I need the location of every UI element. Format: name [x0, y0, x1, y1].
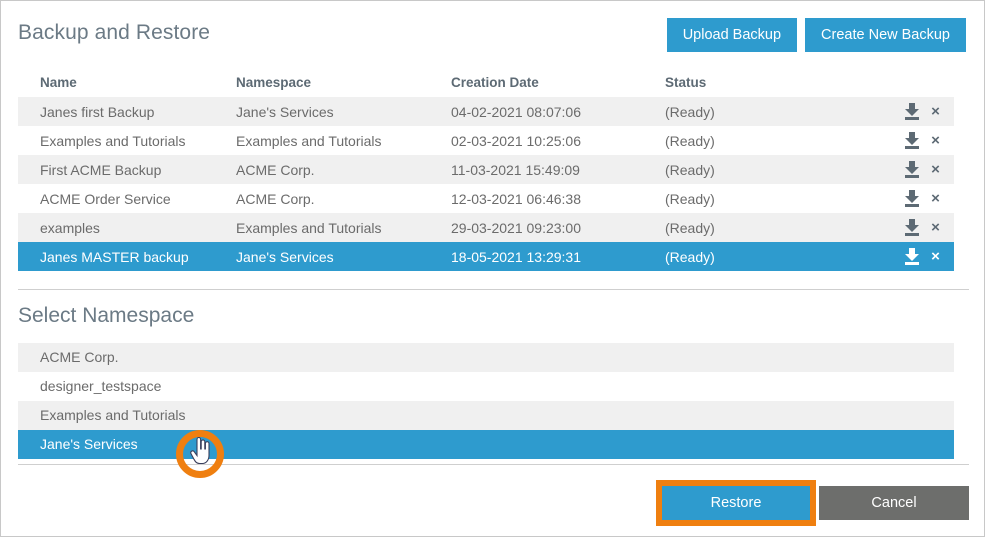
download-icon[interactable]	[904, 190, 920, 207]
table-row[interactable]: Examples and TutorialsExamples and Tutor…	[18, 126, 954, 155]
namespace-list-item[interactable]: ACME Corp.	[18, 343, 954, 372]
cell-creation-date: 18-05-2021 13:29:31	[451, 249, 665, 265]
column-header-creation-date: Creation Date	[451, 75, 665, 90]
cell-creation-date: 29-03-2021 09:23:00	[451, 220, 665, 236]
cell-name: Janes MASTER backup	[18, 249, 236, 265]
namespace-list-item[interactable]: designer_testspace	[18, 372, 954, 401]
cancel-button[interactable]: Cancel	[819, 486, 969, 520]
cell-namespace: Examples and Tutorials	[236, 220, 451, 236]
cell-actions: ×	[860, 190, 954, 207]
close-icon[interactable]: ×	[929, 249, 942, 264]
table-body: Janes first BackupJane's Services04-02-2…	[18, 97, 954, 271]
download-icon[interactable]	[904, 248, 920, 265]
table-row[interactable]: First ACME BackupACME Corp.11-03-2021 15…	[18, 155, 954, 184]
close-icon[interactable]: ×	[929, 133, 942, 148]
restore-button[interactable]: Restore	[662, 486, 810, 520]
upload-backup-button[interactable]: Upload Backup	[667, 18, 797, 52]
page-title: Backup and Restore	[18, 21, 210, 45]
cell-name: Examples and Tutorials	[18, 133, 236, 149]
select-namespace-title: Select Namespace	[18, 304, 194, 328]
cell-name: First ACME Backup	[18, 162, 236, 178]
close-icon[interactable]: ×	[929, 162, 942, 177]
cell-status: (Ready)	[665, 133, 860, 149]
dialog-footer: Restore Cancel	[1, 478, 984, 537]
footer-divider	[18, 464, 969, 465]
cell-creation-date: 04-02-2021 08:07:06	[451, 104, 665, 120]
dialog-header: Backup and Restore Upload Backup Create …	[1, 1, 984, 61]
table-row[interactable]: ACME Order ServiceACME Corp.12-03-2021 0…	[18, 184, 954, 213]
table-row[interactable]: Janes MASTER backupJane's Services18-05-…	[18, 242, 954, 271]
cell-creation-date: 02-03-2021 10:25:06	[451, 133, 665, 149]
cell-namespace: Jane's Services	[236, 104, 451, 120]
backup-and-restore-dialog: Backup and Restore Upload Backup Create …	[0, 0, 985, 537]
cell-status: (Ready)	[665, 249, 860, 265]
close-icon[interactable]: ×	[929, 104, 942, 119]
restore-button-highlight: Restore	[656, 480, 816, 526]
close-icon[interactable]: ×	[929, 220, 942, 235]
header-actions: Upload Backup Create New Backup	[667, 18, 966, 52]
table-header-row: Name Namespace Creation Date Status	[18, 67, 954, 97]
backups-table: Name Namespace Creation Date Status Jane…	[18, 67, 954, 271]
cell-name: Janes first Backup	[18, 104, 236, 120]
namespace-list: ACME Corp.designer_testspaceExamples and…	[18, 343, 954, 459]
namespace-list-item[interactable]: Jane's Services	[18, 430, 954, 459]
column-header-status: Status	[665, 75, 860, 90]
column-header-name: Name	[18, 75, 236, 90]
namespace-list-item[interactable]: Examples and Tutorials	[18, 401, 954, 430]
cell-status: (Ready)	[665, 104, 860, 120]
cell-actions: ×	[860, 219, 954, 236]
download-icon[interactable]	[904, 132, 920, 149]
download-icon[interactable]	[904, 103, 920, 120]
cell-name: ACME Order Service	[18, 191, 236, 207]
cell-status: (Ready)	[665, 162, 860, 178]
table-row[interactable]: Janes first BackupJane's Services04-02-2…	[18, 97, 954, 126]
cell-namespace: ACME Corp.	[236, 162, 451, 178]
cell-actions: ×	[860, 248, 954, 265]
create-new-backup-button[interactable]: Create New Backup	[805, 18, 966, 52]
download-icon[interactable]	[904, 161, 920, 178]
cell-creation-date: 11-03-2021 15:49:09	[451, 162, 665, 178]
cell-namespace: Jane's Services	[236, 249, 451, 265]
cell-status: (Ready)	[665, 220, 860, 236]
close-icon[interactable]: ×	[929, 191, 942, 206]
table-section-divider	[18, 289, 969, 290]
cell-actions: ×	[860, 103, 954, 120]
table-row[interactable]: examplesExamples and Tutorials29-03-2021…	[18, 213, 954, 242]
cell-name: examples	[18, 220, 236, 236]
cell-actions: ×	[860, 161, 954, 178]
cell-actions: ×	[860, 132, 954, 149]
cell-creation-date: 12-03-2021 06:46:38	[451, 191, 665, 207]
cell-status: (Ready)	[665, 191, 860, 207]
download-icon[interactable]	[904, 219, 920, 236]
cell-namespace: ACME Corp.	[236, 191, 451, 207]
column-header-namespace: Namespace	[236, 75, 451, 90]
cell-namespace: Examples and Tutorials	[236, 133, 451, 149]
